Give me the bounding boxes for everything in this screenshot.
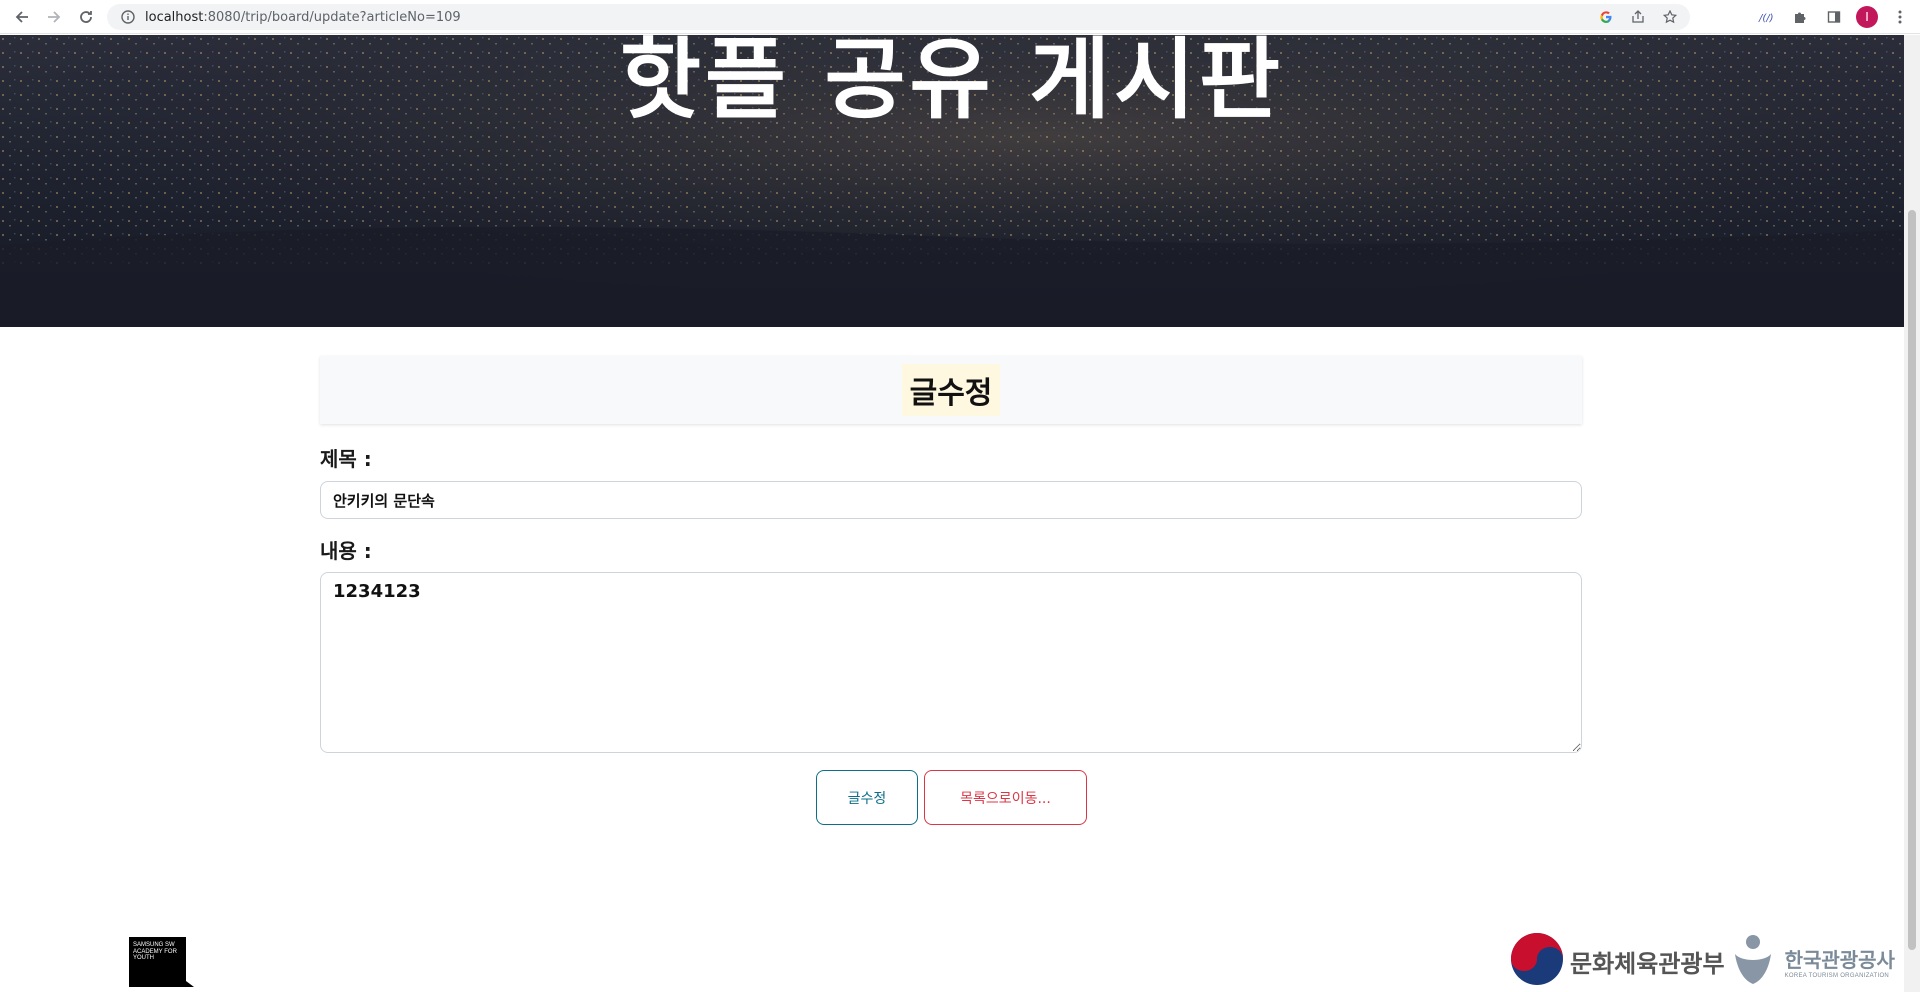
browser-toolbar: localhost:8080/trip/board/update?article… bbox=[0, 0, 1920, 34]
back-icon[interactable] bbox=[6, 1, 38, 33]
reload-icon[interactable] bbox=[70, 1, 102, 33]
url-path: :8080/trip/board/update?articleNo=109 bbox=[203, 9, 461, 25]
form-heading: 글수정 bbox=[901, 364, 1001, 416]
content-label: 내용 : bbox=[320, 539, 372, 563]
menu-icon[interactable] bbox=[1888, 4, 1912, 30]
svg-text:/(/): /(/) bbox=[1758, 13, 1774, 24]
forward-icon[interactable] bbox=[38, 1, 70, 33]
title-input[interactable] bbox=[320, 481, 1582, 519]
star-icon[interactable] bbox=[1658, 7, 1682, 27]
profile-avatar[interactable]: I bbox=[1856, 6, 1878, 28]
side-panel-icon[interactable] bbox=[1822, 4, 1846, 30]
title-label: 제목 : bbox=[320, 447, 372, 471]
scrollbar-thumb[interactable] bbox=[1908, 210, 1916, 950]
mcst-emblem-icon bbox=[1510, 932, 1564, 990]
go-to-list-button[interactable]: 목록으로이동... bbox=[924, 770, 1087, 825]
content-textarea[interactable]: 1234123 bbox=[320, 572, 1582, 753]
extension-icon[interactable]: /(/) bbox=[1754, 4, 1778, 30]
google-icon[interactable] bbox=[1594, 7, 1618, 27]
url-text: localhost:8080/trip/board/update?article… bbox=[145, 10, 461, 25]
kto-emblem-icon bbox=[1731, 932, 1775, 990]
hero-banner: 핫플 공유 게시판 bbox=[0, 35, 1904, 327]
form-heading-bar: 글수정 bbox=[320, 356, 1582, 424]
samsung-academy-logo: SAMSUNG SW ACADEMY FOR YOUTH bbox=[129, 937, 194, 987]
edit-submit-button[interactable]: 글수정 bbox=[816, 770, 918, 825]
kto-logo: 한국관광공사 KOREA TOURISM ORGANIZATION bbox=[1785, 944, 1895, 979]
page-viewport: 핫플 공유 게시판 글수정 제목 : 내용 : 1234123 글수정 목록으로… bbox=[0, 35, 1904, 992]
footer-partner-logos: 문화체육관광부 한국관광공사 KOREA TOURISM ORGANIZATIO… bbox=[1510, 933, 1895, 989]
mcst-name: 문화체육관광부 bbox=[1570, 949, 1725, 978]
page-scrollbar[interactable] bbox=[1904, 35, 1920, 992]
kto-subtitle: KOREA TOURISM ORGANIZATION bbox=[1784, 972, 1890, 979]
info-icon[interactable] bbox=[115, 10, 141, 24]
puzzle-icon[interactable] bbox=[1788, 4, 1812, 30]
address-bar[interactable]: localhost:8080/trip/board/update?article… bbox=[107, 4, 1690, 30]
kto-name: 한국관광공사 bbox=[1784, 947, 1895, 972]
share-icon[interactable] bbox=[1626, 7, 1650, 27]
hero-title: 핫플 공유 게시판 bbox=[620, 35, 1284, 131]
url-host: localhost bbox=[145, 9, 204, 25]
samsung-academy-logo-text: SAMSUNG SW ACADEMY FOR YOUTH bbox=[133, 942, 177, 961]
